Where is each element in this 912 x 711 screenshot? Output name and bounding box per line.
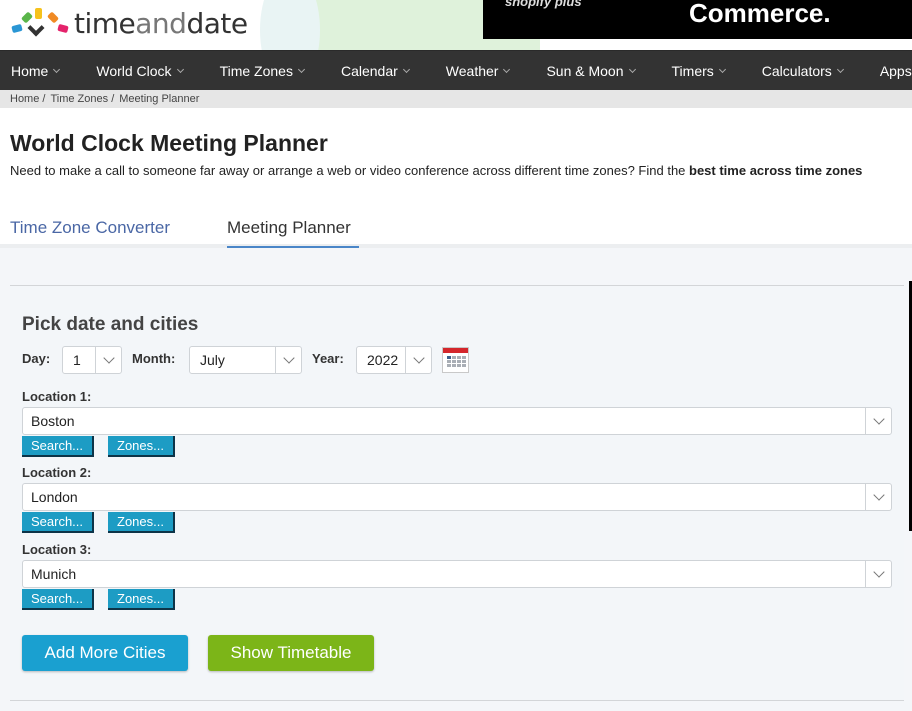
day-value: 1 [73, 352, 81, 368]
chevron-down-icon[interactable] [865, 561, 891, 587]
chevron-down-icon[interactable] [865, 408, 891, 434]
nav-item-sun-moon[interactable]: Sun & Moon [546, 63, 636, 79]
tab-meeting-planner[interactable]: Meeting Planner [227, 218, 359, 250]
nav-item-calendar[interactable]: Calendar [341, 63, 410, 79]
chevron-down-icon [718, 65, 726, 73]
year-select[interactable]: 2022 [356, 346, 432, 374]
panel-title: Pick date and cities [22, 314, 199, 335]
ad-brand: shopify plus [505, 0, 582, 9]
logo-mark-icon [10, 4, 72, 44]
location-2-zones-button[interactable]: Zones... [108, 512, 175, 533]
chevron-down-icon[interactable] [865, 484, 891, 510]
location-2-input[interactable]: London [22, 483, 892, 511]
chevron-down-icon [628, 65, 636, 73]
show-timetable-button[interactable]: Show Timetable [208, 635, 374, 671]
nav-item-home[interactable]: Home [11, 63, 61, 79]
year-value: 2022 [367, 352, 399, 368]
intro-text: Need to make a call to someone far away … [10, 163, 863, 178]
nav-item-timers[interactable]: Timers [672, 63, 726, 79]
pick-date-panel: Pick date and cities Day: 1 Month: July … [10, 285, 904, 701]
breadcrumb-current: Meeting Planner [119, 93, 200, 105]
month-label: Month: [132, 351, 176, 366]
location-2-value: London [31, 489, 78, 505]
nav-item-calculators[interactable]: Calculators [762, 63, 844, 79]
advertisement-banner[interactable]: shopify plus Commerce. [483, 0, 912, 39]
logo-text: timeanddate [74, 6, 248, 40]
day-select[interactable]: 1 [62, 346, 122, 374]
nav-item-world-clock[interactable]: World Clock [96, 63, 184, 79]
tab-bar: Time Zone Converter Meeting Planner [0, 212, 912, 250]
location-1-value: Boston [31, 413, 75, 429]
main-nav: Home World Clock Time Zones Calendar Wea… [0, 50, 912, 90]
location-1-label: Location 1: [22, 389, 92, 404]
tab-time-zone-converter[interactable]: Time Zone Converter [10, 218, 170, 238]
location-2-label: Location 2: [22, 465, 92, 480]
location-3-value: Munich [31, 566, 77, 582]
location-1-input[interactable]: Boston [22, 407, 892, 435]
site-logo[interactable]: timeanddate [10, 4, 248, 44]
day-label: Day: [22, 351, 51, 366]
breadcrumb: Home / Time Zones / Meeting Planner [0, 90, 912, 108]
nav-item-apps[interactable]: Apps & [880, 63, 912, 79]
location-3-label: Location 3: [22, 542, 92, 557]
nav-item-weather[interactable]: Weather [446, 63, 511, 79]
chevron-down-icon [297, 65, 305, 73]
chevron-down-icon [836, 65, 844, 73]
month-select[interactable]: July [189, 346, 302, 374]
month-value: July [200, 352, 225, 368]
planner-area: Pick date and cities Day: 1 Month: July … [0, 248, 912, 711]
location-1-search-button[interactable]: Search... [22, 436, 94, 457]
location-3-search-button[interactable]: Search... [22, 589, 94, 610]
breadcrumb-time-zones[interactable]: Time Zones / [50, 93, 114, 105]
location-1-zones-button[interactable]: Zones... [108, 436, 175, 457]
chevron-down-icon [405, 347, 431, 373]
year-label: Year: [312, 351, 344, 366]
chevron-down-icon [402, 65, 410, 73]
chevron-down-icon [503, 65, 511, 73]
add-more-cities-button[interactable]: Add More Cities [22, 635, 188, 671]
chevron-down-icon [275, 347, 301, 373]
nav-item-time-zones[interactable]: Time Zones [220, 63, 305, 79]
chevron-down-icon [95, 347, 121, 373]
breadcrumb-home[interactable]: Home / [10, 93, 45, 105]
ad-text: Commerce. [689, 0, 831, 28]
chevron-down-icon [53, 65, 61, 73]
location-3-input[interactable]: Munich [22, 560, 892, 588]
page-title: World Clock Meeting Planner [10, 130, 328, 156]
location-2-search-button[interactable]: Search... [22, 512, 94, 533]
location-3-zones-button[interactable]: Zones... [108, 589, 175, 610]
chevron-down-icon [176, 65, 184, 73]
site-header: timeanddate shopify plus Commerce. [0, 0, 912, 50]
calendar-icon[interactable] [442, 347, 469, 373]
